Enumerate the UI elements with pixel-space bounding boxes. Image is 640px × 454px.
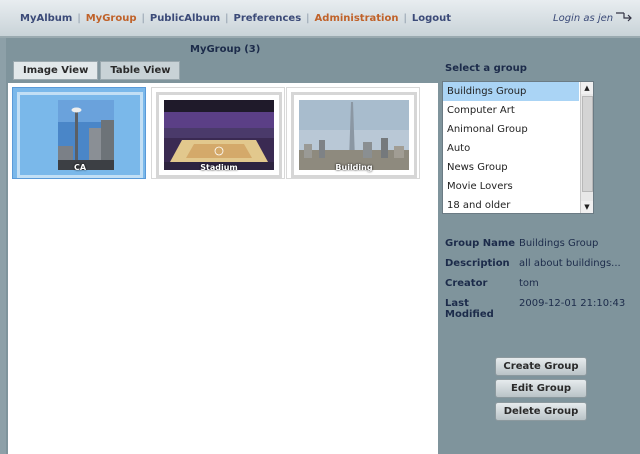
tab-table-view[interactable]: Table View bbox=[100, 61, 181, 80]
nav-logout[interactable]: Logout bbox=[412, 13, 451, 24]
nav-separator: | bbox=[225, 13, 229, 24]
detail-value: 2009-12-01 21:10:43 bbox=[519, 298, 626, 309]
nav-myalbum[interactable]: MyAlbum bbox=[20, 13, 72, 24]
select-group-label: Select a group bbox=[445, 63, 527, 74]
group-option[interactable]: Animonal Group bbox=[443, 120, 579, 139]
detail-value: Buildings Group bbox=[519, 238, 599, 249]
edit-group-button[interactable]: Edit Group bbox=[495, 379, 587, 398]
scroll-down-icon[interactable]: ▼ bbox=[581, 201, 593, 213]
thumbnail-frame: CA bbox=[17, 92, 143, 178]
nav-mygroup[interactable]: MyGroup bbox=[86, 13, 137, 24]
thumbnail-stadium[interactable]: Stadium bbox=[151, 87, 285, 179]
view-tabs: Image View Table View bbox=[13, 61, 182, 80]
stadium-photo-image bbox=[164, 100, 274, 170]
delete-group-button[interactable]: Delete Group bbox=[495, 402, 587, 421]
top-nav-bar: MyAlbum | MyGroup | PublicAlbum | Prefer… bbox=[0, 0, 640, 38]
group-option[interactable]: 18 and older bbox=[443, 196, 579, 215]
scroll-up-icon[interactable]: ▲ bbox=[581, 82, 593, 94]
listbox-scrollbar[interactable]: ▲ ▼ bbox=[580, 82, 593, 213]
nav-separator: | bbox=[141, 13, 145, 24]
thumbnail-ca[interactable]: CA bbox=[12, 87, 146, 179]
group-option[interactable]: Auto bbox=[443, 139, 579, 158]
detail-value: all about buildings... bbox=[519, 258, 621, 269]
thumbnail-caption: CA bbox=[73, 163, 87, 172]
login-status: Login as jen bbox=[553, 13, 614, 24]
detail-key: Group Name bbox=[445, 238, 516, 249]
create-group-button[interactable]: Create Group bbox=[495, 357, 587, 376]
group-option[interactable]: Computer Art bbox=[443, 101, 579, 120]
nav-separator: | bbox=[77, 13, 81, 24]
detail-key: Last Modified bbox=[445, 298, 494, 320]
thumbnail-caption: Building bbox=[335, 163, 373, 172]
nav-separator: | bbox=[403, 13, 407, 24]
resize-corner-icon[interactable] bbox=[614, 10, 634, 24]
thumbnail-building[interactable]: Building bbox=[286, 87, 420, 179]
left-edge bbox=[0, 38, 6, 454]
group-option[interactable]: Buildings Group bbox=[443, 82, 579, 101]
image-grid: CA Stadium Building bbox=[8, 83, 438, 454]
main-nav: MyAlbum | MyGroup | PublicAlbum | Prefer… bbox=[20, 13, 451, 24]
group-title: MyGroup (3) bbox=[190, 44, 261, 55]
group-option[interactable]: News Group bbox=[443, 158, 579, 177]
thumbnail-frame: Stadium bbox=[156, 92, 282, 178]
nav-administration[interactable]: Administration bbox=[315, 13, 399, 24]
scroll-thumb[interactable] bbox=[582, 96, 593, 192]
nav-publicalbum[interactable]: PublicAlbum bbox=[150, 13, 220, 24]
nav-preferences[interactable]: Preferences bbox=[234, 13, 302, 24]
ca-photo-image bbox=[58, 100, 114, 170]
group-listbox[interactable]: Buildings Group Computer Art Animonal Gr… bbox=[442, 81, 594, 214]
group-option[interactable]: Movie Lovers bbox=[443, 177, 579, 196]
detail-key: Creator bbox=[445, 278, 488, 289]
building-photo-image bbox=[299, 100, 409, 170]
thumbnail-frame: Building bbox=[291, 92, 417, 178]
detail-key: Description bbox=[445, 258, 510, 269]
thumbnail-caption: Stadium bbox=[200, 163, 238, 172]
nav-separator: | bbox=[306, 13, 310, 24]
detail-value: tom bbox=[519, 278, 539, 289]
tab-image-view[interactable]: Image View bbox=[13, 61, 99, 80]
